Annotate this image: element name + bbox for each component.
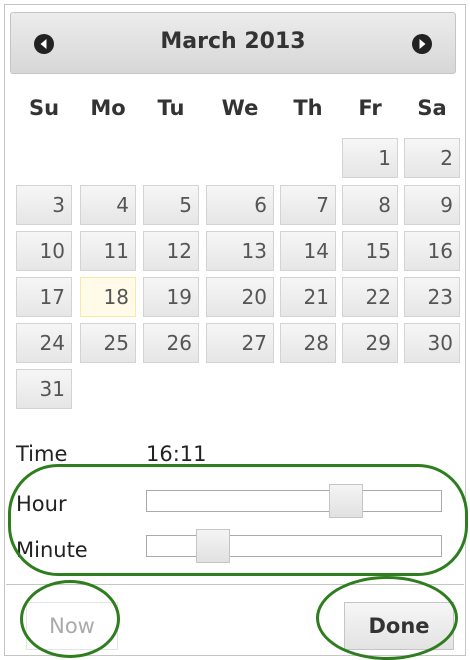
next-month-button[interactable] (412, 34, 432, 54)
day-cell[interactable]: 17 (16, 277, 72, 317)
day-cell[interactable]: 2 (404, 138, 460, 178)
hour-slider-handle[interactable] (329, 484, 363, 518)
day-cell[interactable]: 5 (143, 185, 199, 225)
day-cell[interactable]: 20 (206, 277, 274, 317)
calendar-header: March 2013 (10, 12, 456, 74)
time-value: 16:11 (146, 442, 207, 466)
weekday-header: Mo (90, 96, 126, 120)
day-cell[interactable]: 12 (143, 231, 199, 271)
hour-slider[interactable] (146, 484, 442, 518)
day-cell[interactable]: 30 (404, 323, 460, 363)
minute-label: Minute (16, 538, 88, 562)
day-cell[interactable]: 1 (342, 138, 398, 178)
month-year-title: March 2013 (160, 29, 306, 54)
day-cell[interactable]: 25 (80, 323, 136, 363)
weekday-header: Tu (157, 96, 185, 120)
hour-label: Hour (16, 492, 67, 516)
day-cell[interactable]: 13 (206, 231, 274, 271)
day-cell[interactable]: 14 (280, 231, 336, 271)
done-button[interactable]: Done (344, 602, 454, 650)
minute-slider-handle[interactable] (196, 529, 230, 563)
day-cell[interactable]: 31 (16, 369, 72, 409)
arrow-right-circle-icon (419, 39, 426, 49)
weekday-header: Sa (417, 96, 447, 120)
weekday-header: Fr (358, 96, 382, 120)
day-cell[interactable]: 9 (404, 185, 460, 225)
day-cell[interactable]: 8 (342, 185, 398, 225)
day-cell[interactable]: 28 (280, 323, 336, 363)
weekday-header: Th (293, 96, 323, 120)
divider (6, 584, 464, 585)
day-cell[interactable]: 7 (280, 185, 336, 225)
day-cell[interactable]: 27 (206, 323, 274, 363)
day-cell[interactable]: 16 (404, 231, 460, 271)
now-button[interactable]: Now (26, 602, 118, 650)
day-cell[interactable]: 24 (16, 323, 72, 363)
day-cell[interactable]: 29 (342, 323, 398, 363)
day-cell[interactable]: 21 (280, 277, 336, 317)
day-cell[interactable]: 4 (80, 185, 136, 225)
day-cell[interactable]: 26 (143, 323, 199, 363)
day-cell[interactable]: 11 (80, 231, 136, 271)
day-cell[interactable]: 6 (206, 185, 274, 225)
day-cell[interactable]: 10 (16, 231, 72, 271)
day-cell[interactable]: 15 (342, 231, 398, 271)
minute-slider[interactable] (146, 529, 442, 563)
day-cell[interactable]: 3 (16, 185, 72, 225)
time-label: Time (16, 442, 68, 466)
day-cell[interactable]: 19 (143, 277, 199, 317)
weekday-header: We (221, 96, 259, 120)
weekday-header: Su (28, 96, 60, 120)
day-cell[interactable]: 23 (404, 277, 460, 317)
day-cell[interactable]: 22 (342, 277, 398, 317)
day-cell-today[interactable]: 18 (80, 277, 136, 317)
